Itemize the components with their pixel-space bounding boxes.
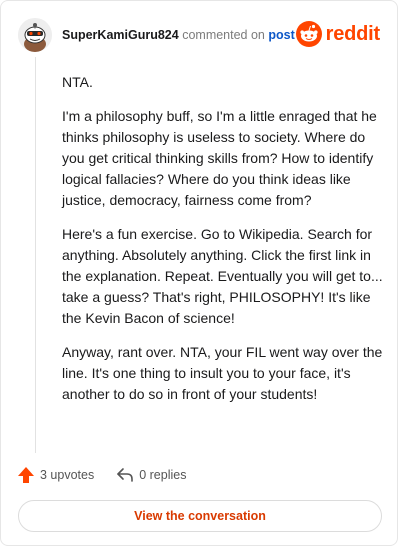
reply-count: 0 replies — [139, 468, 187, 482]
view-conversation-button[interactable]: View the conversation — [18, 500, 382, 532]
comment-card: SuperKamiGuru824 commented on post reddi… — [0, 0, 398, 546]
reply-button[interactable]: 0 replies — [116, 467, 186, 483]
username[interactable]: SuperKamiGuru824 — [62, 28, 179, 42]
comment-paragraph: Here's a fun exercise. Go to Wikipedia. … — [62, 226, 383, 326]
reddit-logo-icon — [295, 21, 322, 47]
comment-paragraph: I'm a philosophy buff, so I'm a little e… — [62, 108, 377, 208]
comment-meta: SuperKamiGuru824 commented on post — [62, 27, 295, 43]
comment-paragraph: Anyway, rant over. NTA, your FIL went wa… — [62, 344, 383, 402]
post-link[interactable]: post — [268, 28, 294, 42]
thread-line — [35, 57, 36, 453]
upvote-count: 3 upvotes — [40, 468, 95, 482]
upvote-button[interactable]: 3 upvotes — [17, 466, 94, 484]
reply-arrow-icon — [117, 468, 134, 482]
reddit-brand[interactable]: reddit — [295, 21, 381, 47]
comment-paragraph: NTA. — [62, 74, 93, 90]
action-text: commented on — [182, 28, 265, 42]
comment-header: SuperKamiGuru824 commented on post reddi… — [18, 17, 380, 53]
avatar[interactable] — [18, 18, 52, 52]
comment-body: NTA. I'm a philosophy buff, so I'm a lit… — [62, 72, 383, 418]
upvote-arrow-icon — [18, 467, 34, 483]
snoo-avatar-icon — [18, 18, 52, 52]
comment-actions: 3 upvotes 0 replies — [17, 466, 186, 484]
brand-wordmark: reddit — [325, 22, 381, 45]
